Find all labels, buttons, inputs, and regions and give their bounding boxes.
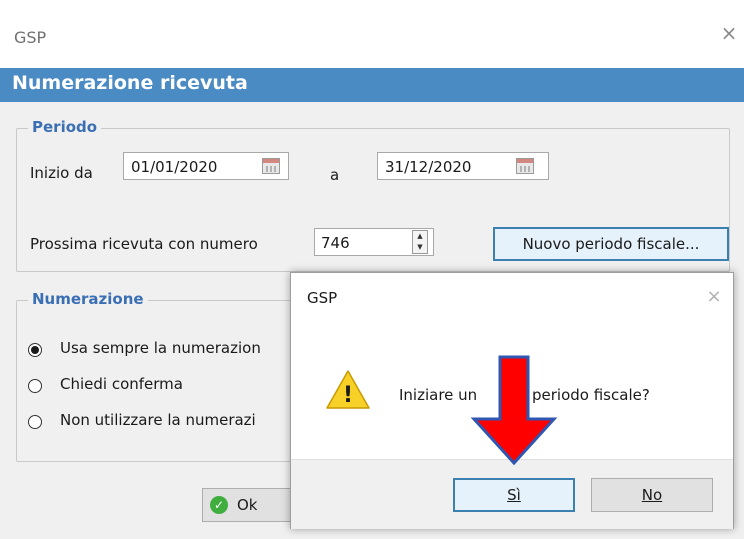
next-receipt-label: Prossima ricevuta con numero xyxy=(30,235,258,253)
number-spin-control[interactable]: ▲ ▼ xyxy=(412,230,428,254)
periodo-group-title: Periodo xyxy=(28,118,102,136)
warning-icon: ! xyxy=(325,368,371,410)
end-calendar-icon[interactable] xyxy=(516,158,534,174)
ok-button-label: Ok xyxy=(237,496,258,514)
main-window-title: GSP xyxy=(14,28,47,47)
message-box-footer: Sì No xyxy=(291,459,733,529)
numerazione-group-title: Numerazione xyxy=(28,290,148,308)
message-box-close-button[interactable]: × xyxy=(703,285,725,309)
ok-button[interactable]: ✓ Ok xyxy=(202,488,302,522)
main-close-button[interactable]: × xyxy=(718,20,740,46)
banner-title: Numerazione ricevuta xyxy=(12,72,248,94)
no-button-label: No xyxy=(641,486,663,504)
ok-check-icon: ✓ xyxy=(210,496,228,514)
end-date-label: a xyxy=(330,166,340,184)
radio-no-numbering-label: Non utilizzare la numerazi xyxy=(60,411,256,429)
message-box-title: GSP xyxy=(307,289,338,307)
header-banner: Numerazione ricevuta xyxy=(0,68,744,102)
radio-always-numbering-label: Usa sempre la numerazion xyxy=(60,339,261,357)
start-calendar-icon[interactable] xyxy=(262,158,280,174)
no-button[interactable]: No xyxy=(591,478,713,512)
yes-button[interactable]: Sì xyxy=(453,478,575,512)
main-titlebar: GSP × xyxy=(0,10,744,68)
spin-up-icon[interactable]: ▲ xyxy=(413,231,427,242)
message-text-start: Iniziare un xyxy=(399,386,478,404)
radio-ask-confirm[interactable] xyxy=(28,379,42,393)
spin-down-icon[interactable]: ▼ xyxy=(413,242,427,253)
radio-always-numbering[interactable] xyxy=(28,343,42,357)
start-date-label: Inizio da xyxy=(30,164,93,182)
annotation-arrow-icon xyxy=(470,355,558,466)
radio-ask-confirm-label: Chiedi conferma xyxy=(60,375,183,393)
radio-no-numbering[interactable] xyxy=(28,415,42,429)
new-fiscal-period-button[interactable]: Nuovo periodo fiscale... xyxy=(493,227,729,261)
yes-button-label: Sì xyxy=(507,486,521,504)
svg-text:!: ! xyxy=(343,383,353,408)
